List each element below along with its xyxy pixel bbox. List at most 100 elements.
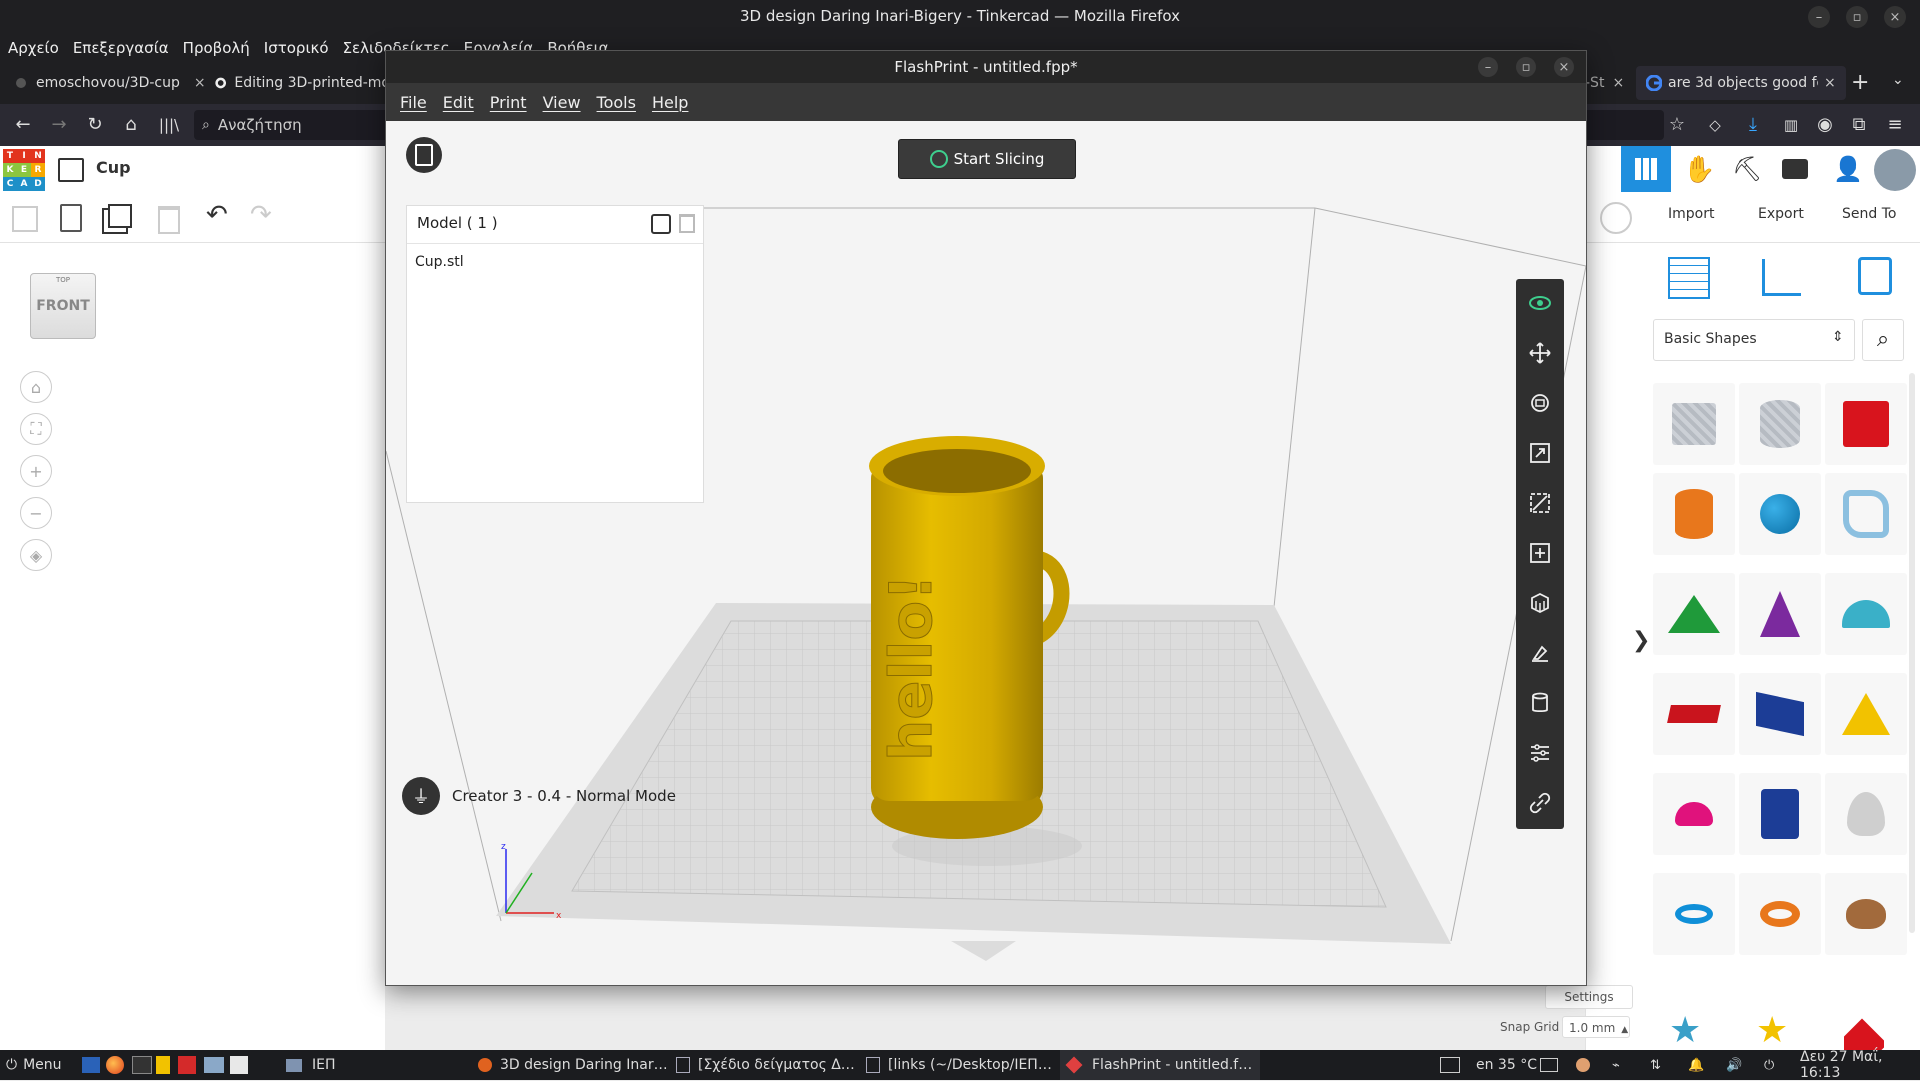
back-icon[interactable]: ← <box>12 114 34 136</box>
start-menu-button[interactable]: ⏻ Menu <box>6 1050 62 1080</box>
fp-menu-edit[interactable]: Edit <box>443 93 474 112</box>
menu-file[interactable]: Αρχείο <box>8 39 59 57</box>
collapse-panel-icon[interactable]: ❯ <box>1632 628 1650 653</box>
wedge-shape[interactable] <box>1739 673 1821 755</box>
taskbar-folder[interactable]: ΙΕΠ <box>286 1050 336 1080</box>
maximize-icon[interactable]: ▫ <box>1516 57 1536 77</box>
hamburger-menu-icon[interactable]: ≡ <box>1884 114 1906 136</box>
clock[interactable]: Δευ 27 Μαΐ, 16:13 <box>1800 1049 1920 1081</box>
taskbar-window-links[interactable]: [links (~/Desktop/ΙΕΠ… <box>866 1050 1052 1080</box>
tab-editing[interactable]: Editing 3D-printed-mo <box>205 66 400 100</box>
viewcube[interactable]: TOP FRONT <box>30 273 96 339</box>
tab-3d-cup[interactable]: emoschovou/3D-cup × <box>6 66 216 100</box>
gem-shape[interactable] <box>1844 1018 1884 1050</box>
avatar[interactable] <box>1874 149 1916 191</box>
trash-icon[interactable] <box>158 206 180 234</box>
zoom-in-icon[interactable]: + <box>20 455 52 487</box>
scale-icon[interactable] <box>1528 441 1552 465</box>
app-launcher-icon[interactable] <box>178 1050 196 1080</box>
close-icon[interactable]: × <box>1554 57 1574 77</box>
import-button[interactable]: Import <box>1668 206 1714 222</box>
cylinder-hole-shape[interactable] <box>1739 383 1821 465</box>
add-icon[interactable] <box>1528 541 1552 565</box>
home-icon[interactable]: ⌂ <box>120 114 142 136</box>
printer-connect-button[interactable]: ⏚ <box>402 777 440 815</box>
box-shape[interactable] <box>1825 383 1907 465</box>
export-button[interactable]: Export <box>1758 206 1804 222</box>
cone-shape[interactable] <box>1739 573 1821 655</box>
taskbar-window-firefox[interactable]: 3D design Daring Inar… <box>478 1050 668 1080</box>
paste-icon[interactable] <box>60 204 82 232</box>
fp-menu-file[interactable]: File <box>400 93 427 112</box>
tab-3d-objects[interactable]: are 3d objects good fo × <box>1636 66 1846 100</box>
new-tab-icon[interactable]: + <box>1851 70 1869 95</box>
shapes-scrollbar[interactable] <box>1909 373 1915 933</box>
pyramid-shape[interactable] <box>1653 573 1735 655</box>
close-tab-icon[interactable]: × <box>1612 75 1624 91</box>
zoom-out-icon[interactable]: − <box>20 497 52 529</box>
text-shape[interactable] <box>1653 673 1735 755</box>
search-shapes-icon[interactable]: ⌕ <box>1862 319 1904 361</box>
home-view-icon[interactable]: ⌂ <box>20 371 52 403</box>
heart-shape[interactable] <box>1825 873 1907 955</box>
move-icon[interactable] <box>1528 341 1552 365</box>
cut-icon[interactable] <box>1528 491 1552 515</box>
send-to-button[interactable]: Send To <box>1842 206 1896 222</box>
sidebar-icon[interactable]: ▥ <box>1780 114 1802 136</box>
account-icon[interactable]: ◉ <box>1814 114 1836 136</box>
scribble-shape[interactable] <box>1825 473 1907 555</box>
fp-menu-help[interactable]: Help <box>652 93 688 112</box>
redo-icon[interactable]: ↷ <box>250 200 272 230</box>
model-list-item[interactable]: Cup.stl <box>415 254 464 270</box>
fit-view-icon[interactable]: ⛶ <box>20 413 52 445</box>
terminal-icon[interactable] <box>132 1050 152 1080</box>
duplicate-icon[interactable] <box>108 204 132 228</box>
perspective-icon[interactable]: ◈ <box>20 539 52 571</box>
keyboard-icon[interactable] <box>1440 1050 1460 1080</box>
lay-flat-icon[interactable] <box>1528 641 1552 665</box>
pyramid-yellow-shape[interactable] <box>1825 673 1907 755</box>
pickaxe-icon[interactable]: ⛏ <box>1732 155 1762 183</box>
copy-icon[interactable] <box>12 206 38 232</box>
library-icon[interactable]: |||\ <box>158 114 180 136</box>
link-icon[interactable] <box>1528 791 1552 815</box>
fp-menu-print[interactable]: Print <box>490 93 527 112</box>
reload-icon[interactable]: ↻ <box>84 114 106 136</box>
cylinder-icon[interactable] <box>1528 691 1552 715</box>
settings-sliders-icon[interactable] <box>1528 741 1552 765</box>
notes-panel-icon[interactable] <box>1858 257 1892 295</box>
box-hole-shape[interactable] <box>1653 383 1735 465</box>
libreoffice-icon[interactable] <box>156 1050 170 1080</box>
paraboloid-shape[interactable] <box>1825 773 1907 855</box>
brick-icon[interactable] <box>1782 159 1808 179</box>
pocket-icon[interactable]: ◇ <box>1704 114 1726 136</box>
firefox-launcher-icon[interactable] <box>106 1050 124 1080</box>
minimize-icon[interactable]: – <box>1808 6 1830 28</box>
cylinder-shape[interactable] <box>1653 473 1735 555</box>
hand-icon[interactable]: ✋ <box>1683 155 1715 185</box>
bookmark-star-icon[interactable]: ☆ <box>1666 114 1688 136</box>
view-icon[interactable] <box>1528 291 1552 315</box>
minimize-icon[interactable]: – <box>1478 57 1498 77</box>
model-list-toggle[interactable] <box>406 137 442 173</box>
forward-icon[interactable]: → <box>48 114 70 136</box>
ruler-icon[interactable] <box>1762 259 1801 296</box>
display-icon[interactable] <box>1540 1050 1558 1080</box>
design-list-icon[interactable] <box>58 158 84 182</box>
close-icon[interactable]: × <box>1884 6 1906 28</box>
torus-shape[interactable] <box>1653 873 1735 955</box>
taskbar-window-flashprint[interactable]: FlashPrint - untitled.f… <box>1060 1050 1261 1080</box>
delete-model-icon[interactable] <box>679 214 695 233</box>
menu-history[interactable]: Ιστορικό <box>264 39 329 57</box>
close-tab-icon[interactable]: × <box>194 75 206 91</box>
files-launcher-icon[interactable] <box>204 1050 224 1080</box>
add-model-icon[interactable] <box>651 214 671 234</box>
taskbar-window-document[interactable]: [Σχέδιο δείγματος Δ… <box>676 1050 855 1080</box>
notifications-icon[interactable]: 🔔 <box>1688 1050 1704 1080</box>
menu-view[interactable]: Προβολή <box>183 39 250 57</box>
add-user-icon[interactable]: 👤 <box>1833 155 1863 183</box>
design-name[interactable]: Cup <box>96 158 131 177</box>
download-icon[interactable]: ⤓ <box>1742 114 1764 136</box>
show-desktop-icon[interactable] <box>82 1050 100 1080</box>
sphere-shape[interactable] <box>1739 473 1821 555</box>
